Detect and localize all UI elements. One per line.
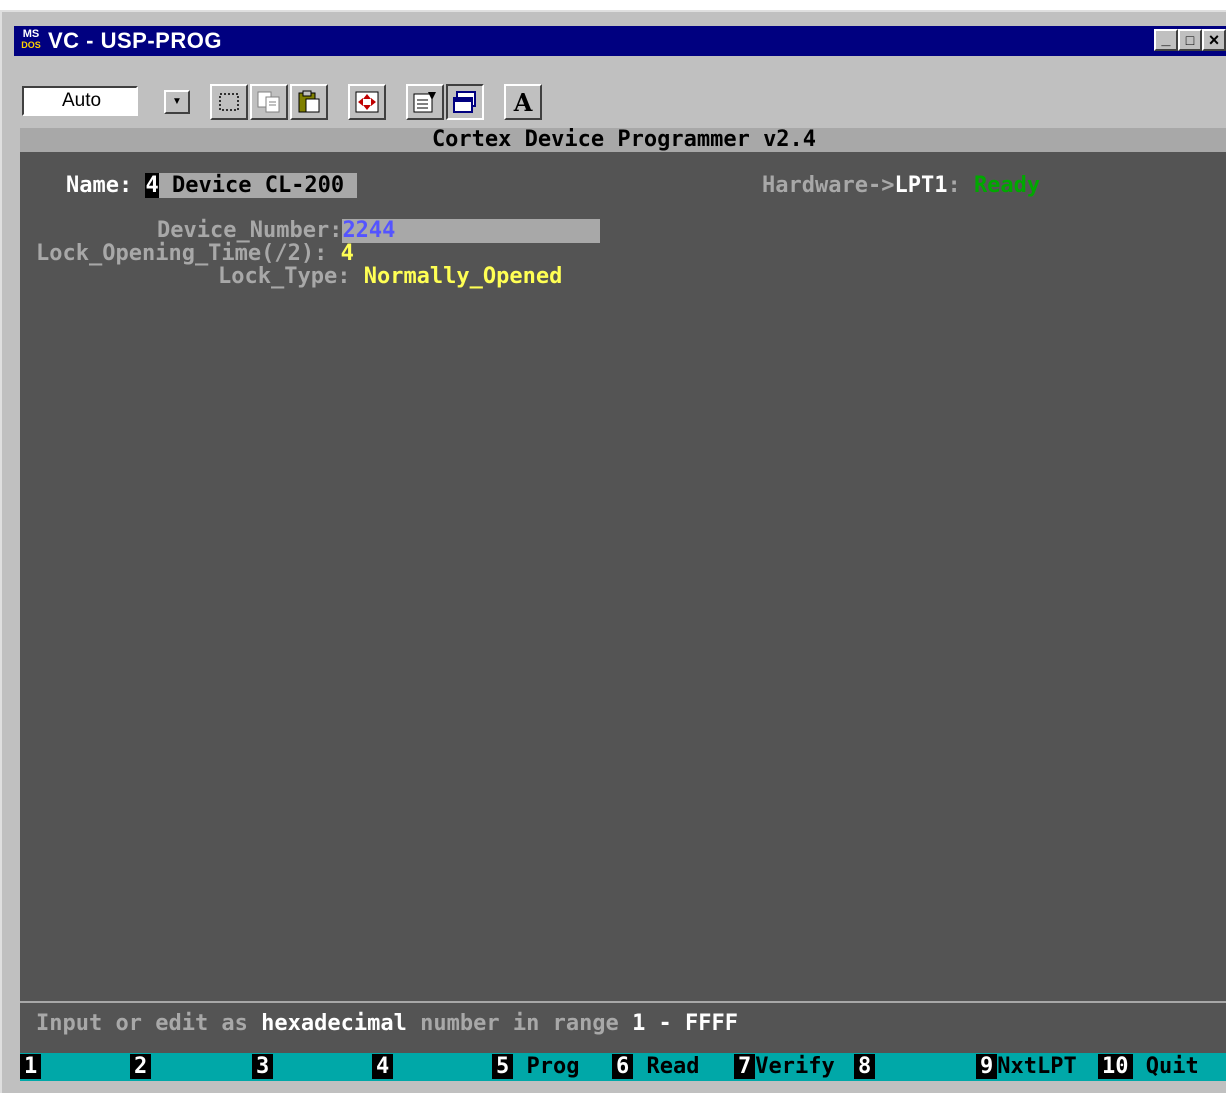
fullscreen-button[interactable] [348, 84, 386, 120]
lock-type-row: Lock_Type: Normally_Opened [218, 264, 563, 289]
lock-type-field[interactable]: Normally_Opened [364, 264, 563, 289]
toolbar: Auto ▼ A [14, 58, 1226, 126]
fkey-10-quit[interactable]: 10 Quit [1098, 1053, 1199, 1081]
copy-button[interactable] [250, 84, 288, 120]
function-key-bar: 1 2 3 4 5 Prog 6 Read 7 Verify 8 9 NxtLPT … [20, 1053, 1226, 1081]
title-bar[interactable]: MS DOS VC - USP-PROG _ □ × [14, 26, 1226, 56]
window-title: VC - USP-PROG [48, 28, 222, 53]
hint-line: Input or edit as hexadecimal number in r… [36, 1011, 739, 1036]
properties-button[interactable] [406, 84, 444, 120]
fkey-7-verify[interactable]: 7 Verify [734, 1053, 835, 1081]
fkey-9-nxtlpt[interactable]: 9 NxtLPT [976, 1053, 1077, 1081]
device-number-field[interactable]: 2244 [342, 219, 601, 243]
mark-button[interactable] [210, 84, 248, 120]
dos-window: MS DOS VC - USP-PROG _ □ × Auto ▼ A Cort… [0, 10, 1226, 1093]
fkey-2[interactable]: 2 [130, 1053, 152, 1081]
fkey-6-read[interactable]: 6 Read [612, 1053, 699, 1081]
fkey-1[interactable]: 1 [20, 1053, 42, 1081]
properties-icon [413, 92, 436, 113]
device-number-row: Device_Number:2244 [157, 219, 601, 243]
console-screen[interactable]: Cortex Device Programmer v2.4 Name: 4 De… [20, 128, 1226, 1081]
paste-icon [298, 90, 320, 113]
font-size-select[interactable]: Auto [22, 86, 138, 116]
msdos-icon[interactable]: MS DOS [20, 29, 42, 53]
minimize-button[interactable]: _ [1154, 29, 1178, 51]
background-button[interactable] [446, 84, 484, 120]
background-icon [453, 91, 476, 113]
fkey-8[interactable]: 8 [854, 1053, 876, 1081]
fullscreen-icon [355, 91, 379, 113]
status-divider [20, 1001, 1226, 1003]
name-index: 4 [145, 173, 159, 198]
hardware-row: Hardware->LPT1: Ready [762, 173, 1041, 198]
mark-icon [219, 93, 239, 111]
fkey-4[interactable]: 4 [372, 1053, 394, 1081]
name-row: Name: 4 Device CL-200 [66, 173, 358, 198]
program-header: Cortex Device Programmer v2.4 [20, 128, 1226, 152]
font-icon: A [513, 87, 533, 117]
paste-button[interactable] [290, 84, 328, 120]
close-button[interactable]: × [1202, 29, 1226, 51]
chevron-down-icon[interactable]: ▼ [164, 90, 190, 114]
font-button[interactable]: A [504, 84, 542, 120]
copy-icon [257, 91, 280, 113]
name-field[interactable]: Device CL-200 [158, 173, 358, 198]
fkey-3[interactable]: 3 [252, 1053, 274, 1081]
hardware-status: Ready [973, 173, 1041, 198]
lock-time-row: Lock_Opening_Time(/2): 4 [36, 241, 354, 266]
fkey-5-prog[interactable]: 5 Prog [492, 1053, 579, 1081]
maximize-button[interactable]: □ [1178, 29, 1202, 51]
lock-time-field[interactable]: 4 [341, 241, 354, 266]
